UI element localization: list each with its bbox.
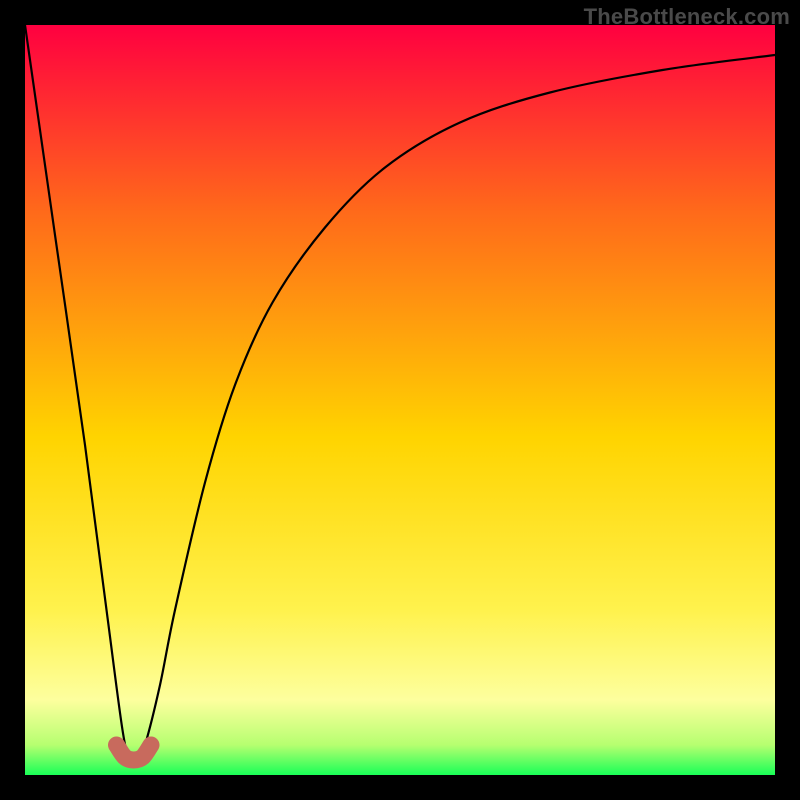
chart-container: TheBottleneck.com (0, 0, 800, 800)
bottleneck-chart (25, 25, 775, 775)
gradient-background (25, 25, 775, 775)
watermark-text: TheBottleneck.com (584, 4, 790, 30)
